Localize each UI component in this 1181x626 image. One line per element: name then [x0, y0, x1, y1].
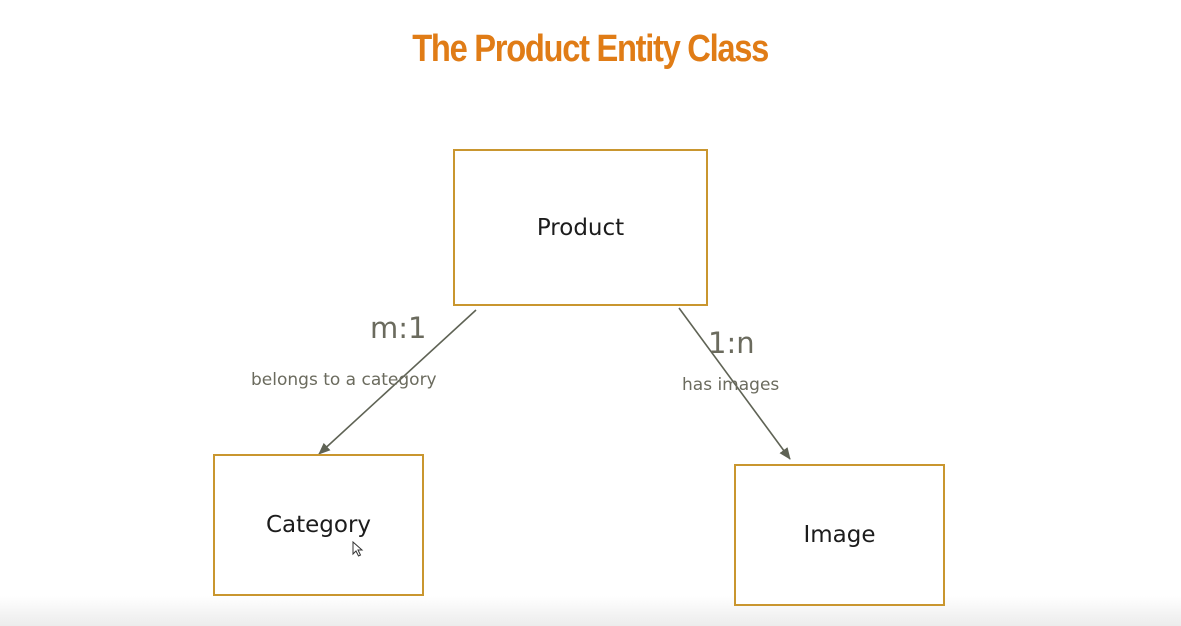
multiplicity-category: m:1 [370, 311, 427, 345]
entity-box-image: Image [734, 464, 945, 606]
entity-label-category: Category [265, 512, 372, 538]
relationship-label-category: belongs to a category [251, 370, 437, 390]
entity-box-product: Product [453, 149, 708, 306]
entity-box-category: Category [213, 454, 424, 596]
mouse-pointer-icon [352, 541, 364, 557]
relationship-connectors [318, 307, 791, 460]
entity-label-image: Image [803, 522, 876, 548]
entity-label-product: Product [536, 214, 625, 241]
relationship-label-image: has images [682, 375, 780, 395]
multiplicity-image: 1:n [708, 326, 755, 360]
